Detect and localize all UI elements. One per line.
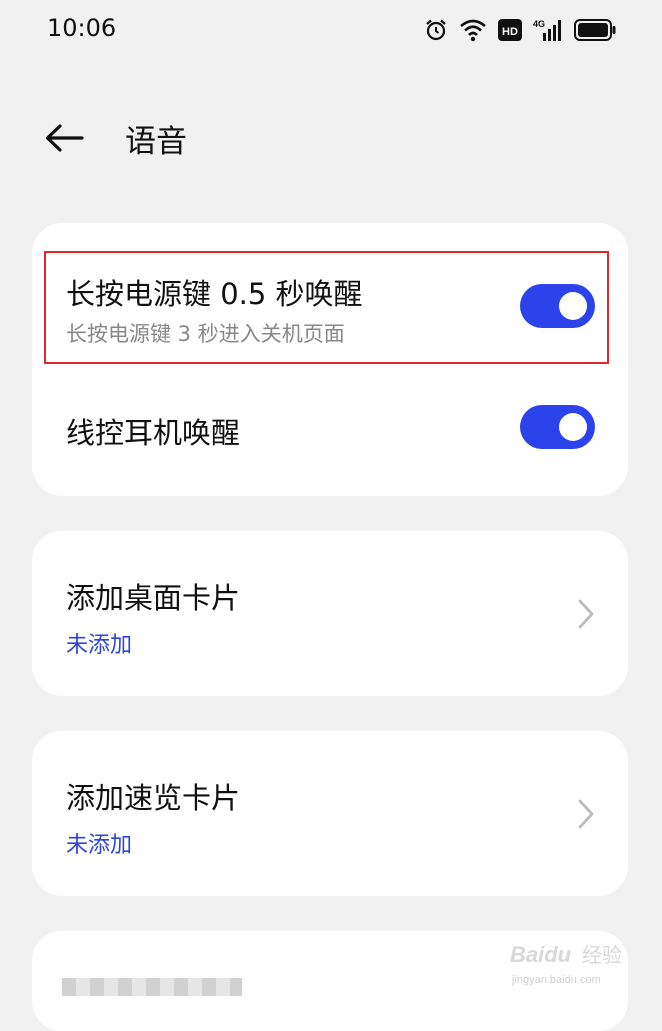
- watermark-sub: 经验: [582, 943, 622, 967]
- add-desktop-card-title: 添加桌面卡片: [66, 581, 241, 615]
- blurred-text: [62, 978, 242, 996]
- wifi-icon: [460, 19, 486, 42]
- power-key-wake-title: 长按电源键 0.5 秒唤醒: [66, 277, 363, 311]
- power-key-wake-toggle[interactable]: [520, 284, 595, 328]
- headset-wake-toggle[interactable]: [520, 405, 595, 449]
- watermark-brand: Baidu: [510, 942, 572, 967]
- app-bar: 语音: [0, 100, 662, 176]
- hd-icon-label: HD: [502, 26, 518, 38]
- add-quick-view-card-status: 未添加: [66, 833, 133, 858]
- add-desktop-card[interactable]: 添加桌面卡片 未添加: [32, 531, 628, 696]
- voice-wake-card: 长按电源键 0.5 秒唤醒 长按电源键 3 秒进入关机页面 线控耳机唤醒: [32, 223, 628, 496]
- add-desktop-card-status: 未添加: [66, 633, 133, 658]
- battery-icon: [574, 19, 616, 41]
- baidu-watermark: Baidu 经验 jingyan.baidu.com: [510, 942, 622, 986]
- chevron-right-icon: [578, 799, 594, 829]
- power-key-wake-row[interactable]: 长按电源键 0.5 秒唤醒 长按电源键 3 秒进入关机页面: [32, 251, 628, 366]
- status-time: 10:06: [47, 14, 117, 42]
- back-button[interactable]: [36, 114, 92, 162]
- chevron-right-icon: [578, 599, 594, 629]
- toggle-knob: [559, 292, 587, 320]
- power-key-wake-subtitle: 长按电源键 3 秒进入关机页面: [66, 322, 345, 346]
- alarm-icon: [426, 19, 446, 41]
- add-quick-view-card-title: 添加速览卡片: [66, 781, 241, 815]
- cellular-4g-label: 4G: [533, 19, 545, 29]
- add-quick-view-card[interactable]: 添加速览卡片 未添加: [32, 731, 628, 896]
- status-icons: HD 4G: [424, 14, 616, 46]
- status-bar: 10:06 HD 4G: [0, 0, 662, 60]
- toggle-knob: [559, 413, 587, 441]
- watermark-url: jingyan.baidu.com: [511, 974, 601, 986]
- hd-icon: HD: [498, 19, 522, 41]
- headset-wake-title: 线控耳机唤醒: [66, 416, 241, 450]
- back-arrow-icon: [45, 124, 84, 152]
- headset-wake-row[interactable]: 线控耳机唤醒: [32, 373, 628, 483]
- cellular-4g-icon: 4G: [533, 19, 561, 41]
- page-title: 语音: [125, 124, 187, 160]
